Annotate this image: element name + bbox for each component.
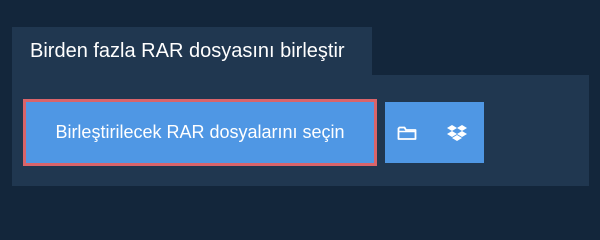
dropbox-button[interactable] bbox=[429, 102, 484, 163]
dropbox-icon bbox=[446, 124, 467, 142]
tab-label: Birden fazla RAR dosyasını birleştir bbox=[30, 39, 345, 62]
select-files-label: Birleştirilecek RAR dosyalarını seçin bbox=[55, 122, 345, 142]
folder-icon bbox=[397, 125, 417, 141]
select-files-button[interactable]: Birleştirilecek RAR dosyalarını seçin bbox=[23, 99, 377, 166]
local-folder-button[interactable] bbox=[385, 102, 429, 163]
merge-tab[interactable]: Birden fazla RAR dosyasını birleştir bbox=[12, 27, 372, 75]
